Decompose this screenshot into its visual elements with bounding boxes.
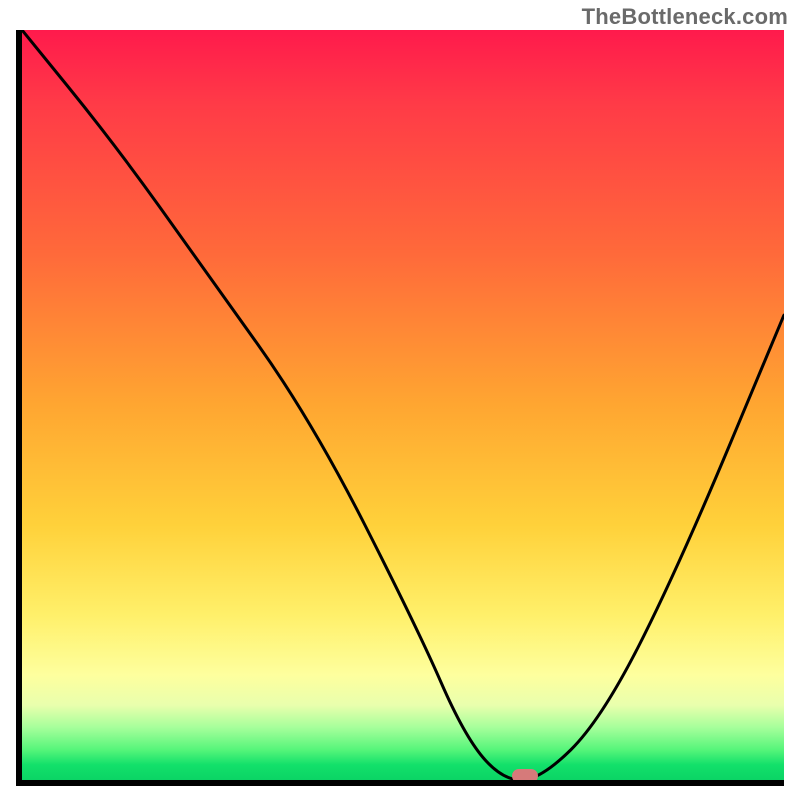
watermark-text: TheBottleneck.com	[582, 4, 788, 30]
plot-area	[16, 30, 784, 786]
bottleneck-curve	[22, 30, 784, 780]
chart-container: TheBottleneck.com	[0, 0, 800, 800]
optimal-point-marker	[512, 769, 538, 783]
